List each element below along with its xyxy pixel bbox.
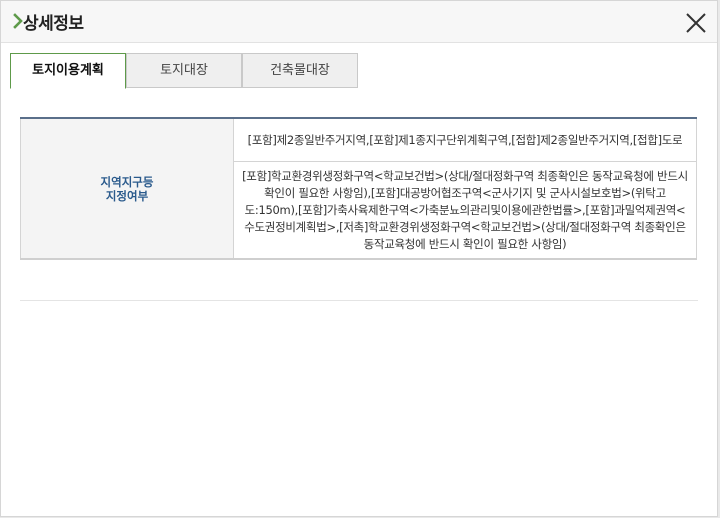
zone-designation-value-2: [포함]학교환경위생정화구역<학교보건법>(상대/절대정화구역 최종확인은 동작… <box>233 161 697 260</box>
zone-designation-value-1: [포함]제2종일반주거지역,[포함]제1종지구단위계획구역,[접합]제2종일반주… <box>233 117 697 162</box>
content-divider <box>20 300 698 301</box>
dialog-title: 상세정보 <box>23 14 84 34</box>
close-icon <box>686 13 706 33</box>
label-line1: 지역지구등 <box>100 174 154 189</box>
label-line2: 지정여부 <box>105 188 149 203</box>
land-use-table: 지역지구등 지정여부 [포함]제2종일반주거지역,[포함]제1종지구단위계획구역… <box>20 117 697 260</box>
zone-designation-label: 지역지구등 지정여부 <box>20 117 234 260</box>
tab-land-use-plan[interactable]: 토지이용계획 <box>10 53 126 89</box>
close-button[interactable] <box>682 9 710 37</box>
detail-dialog: 상세정보 토지이용계획 토지대장 건축물대장 지역지구등 지정여부 [포함]제2… <box>0 0 718 517</box>
dialog-header: 상세정보 <box>1 1 717 43</box>
tab-land-register[interactable]: 토지대장 <box>126 53 242 88</box>
table-row: 지역지구등 지정여부 [포함]제2종일반주거지역,[포함]제1종지구단위계획구역… <box>20 117 697 260</box>
tab-building-register[interactable]: 건축물대장 <box>242 53 358 88</box>
